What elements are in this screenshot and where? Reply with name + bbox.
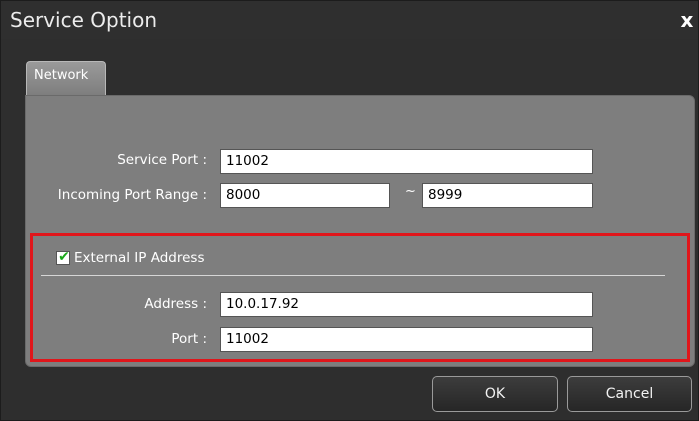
title-bar[interactable]: Service Option x bbox=[1, 1, 698, 39]
service-option-dialog: Service Option x Network Service Port : … bbox=[0, 0, 699, 421]
external-ip-checkbox-label[interactable]: External IP Address bbox=[74, 250, 204, 266]
port-label: Port : bbox=[171, 331, 207, 347]
window-title: Service Option bbox=[10, 8, 158, 32]
tab-network[interactable]: Network bbox=[26, 61, 106, 96]
ok-button[interactable]: OK bbox=[432, 376, 558, 412]
section-divider bbox=[41, 275, 665, 276]
incoming-port-range-to-input[interactable]: 8999 bbox=[422, 183, 593, 208]
tab-network-label: Network bbox=[34, 68, 89, 83]
cancel-button[interactable]: Cancel bbox=[567, 376, 692, 412]
service-port-label: Service Port : bbox=[117, 152, 207, 168]
close-icon[interactable]: x bbox=[676, 9, 698, 31]
address-label: Address : bbox=[144, 296, 207, 312]
service-port-input[interactable]: 11002 bbox=[220, 149, 593, 174]
port-range-separator: ~ bbox=[405, 184, 416, 199]
port-input[interactable]: 11002 bbox=[220, 327, 593, 352]
checkbox-checked-icon: ✔ bbox=[58, 249, 70, 265]
external-ip-checkbox[interactable]: ✔ bbox=[56, 249, 70, 265]
incoming-port-range-from-input[interactable]: 8000 bbox=[220, 183, 390, 208]
address-input[interactable]: 10.0.17.92 bbox=[220, 292, 593, 317]
incoming-port-range-label: Incoming Port Range : bbox=[57, 187, 207, 203]
